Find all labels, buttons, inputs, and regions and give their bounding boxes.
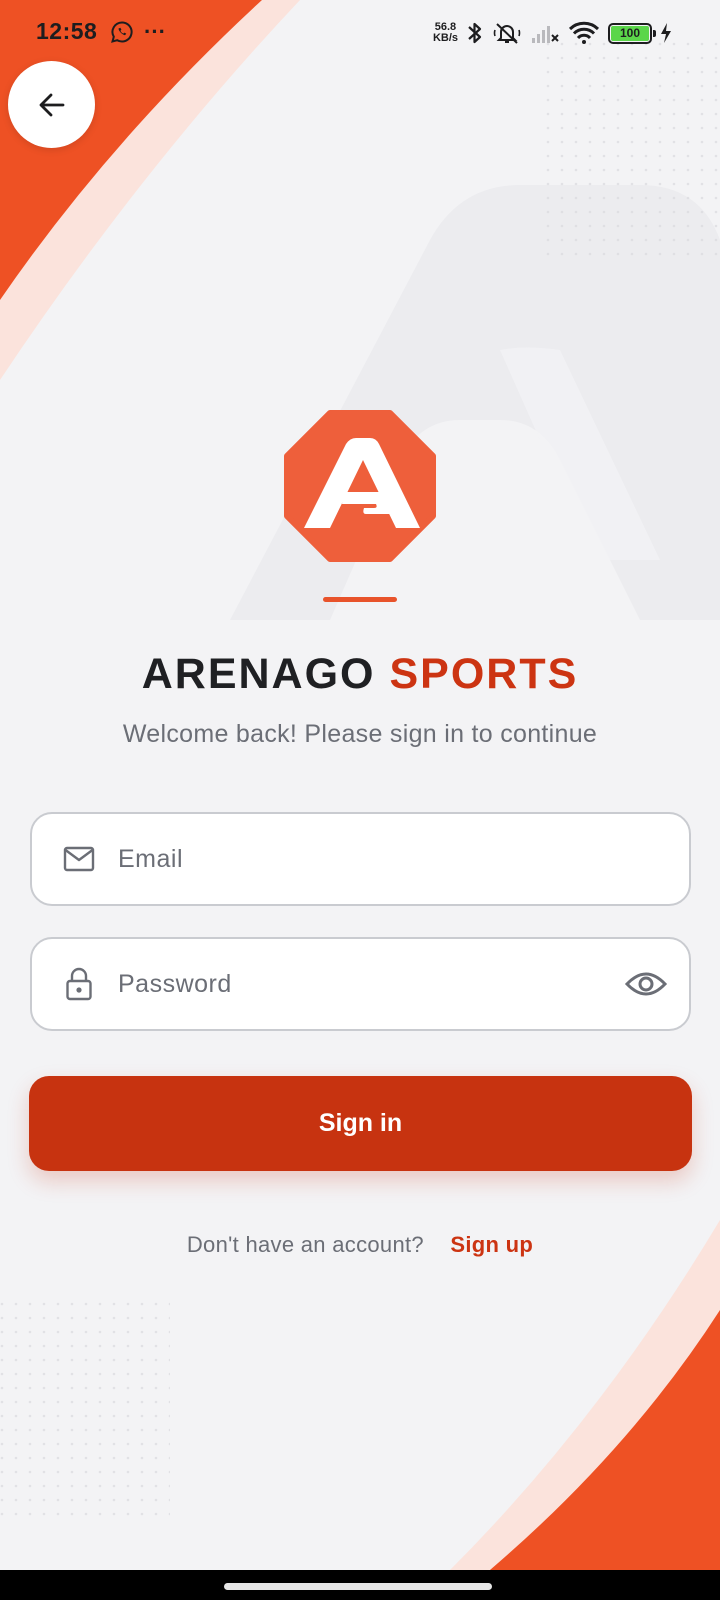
mail-icon (62, 842, 96, 876)
login-screen: 12:58 ··· 56.8 KB/s 100 ARENAGO SPORTS W… (0, 0, 720, 1600)
password-field[interactable] (30, 937, 691, 1031)
wifi-icon (568, 21, 600, 44)
sign-up-link[interactable]: Sign up (450, 1232, 533, 1257)
battery-level: 100 (611, 25, 649, 41)
status-system-icons: 56.8 KB/s 100 (433, 20, 672, 46)
signup-prompt: Don't have an account? (186, 1232, 424, 1257)
home-gesture-handle[interactable] (224, 1583, 492, 1590)
password-visibility-toggle[interactable] (623, 961, 669, 1007)
signup-row: Don't have an account? Sign up (0, 1232, 720, 1258)
app-title-accent: SPORTS (389, 650, 579, 698)
sign-in-button[interactable]: Sign in (29, 1076, 692, 1171)
status-time: 12:58 (36, 18, 98, 44)
more-notifications-icon: ··· (144, 19, 166, 44)
background-decoration (0, 0, 720, 1600)
back-button[interactable] (8, 61, 95, 148)
network-speed-unit: KB/s (432, 32, 458, 44)
whatsapp-icon (111, 21, 133, 43)
eye-icon (625, 972, 667, 996)
signal-icon (532, 26, 559, 43)
mute-bell-icon (493, 23, 521, 44)
app-title: ARENAGO SPORTS (0, 650, 720, 699)
welcome-subtitle: Welcome back! Please sign in to continue (122, 720, 598, 748)
lock-icon (62, 967, 96, 1001)
app-title-primary: ARENAGO (141, 650, 376, 698)
password-input[interactable] (118, 939, 623, 1029)
logo-divider (323, 597, 397, 602)
status-notification-icons: ··· (110, 20, 166, 44)
charging-icon (661, 23, 671, 43)
email-field[interactable] (30, 812, 691, 906)
email-input[interactable] (118, 814, 689, 904)
battery-icon: 100 (608, 22, 656, 44)
network-speed: 56.8 KB/s (433, 22, 458, 44)
arrow-left-icon (39, 93, 64, 116)
app-logo (284, 410, 436, 562)
status-bar: 12:58 ··· 56.8 KB/s 100 (0, 0, 720, 66)
bluetooth-icon (468, 22, 482, 44)
